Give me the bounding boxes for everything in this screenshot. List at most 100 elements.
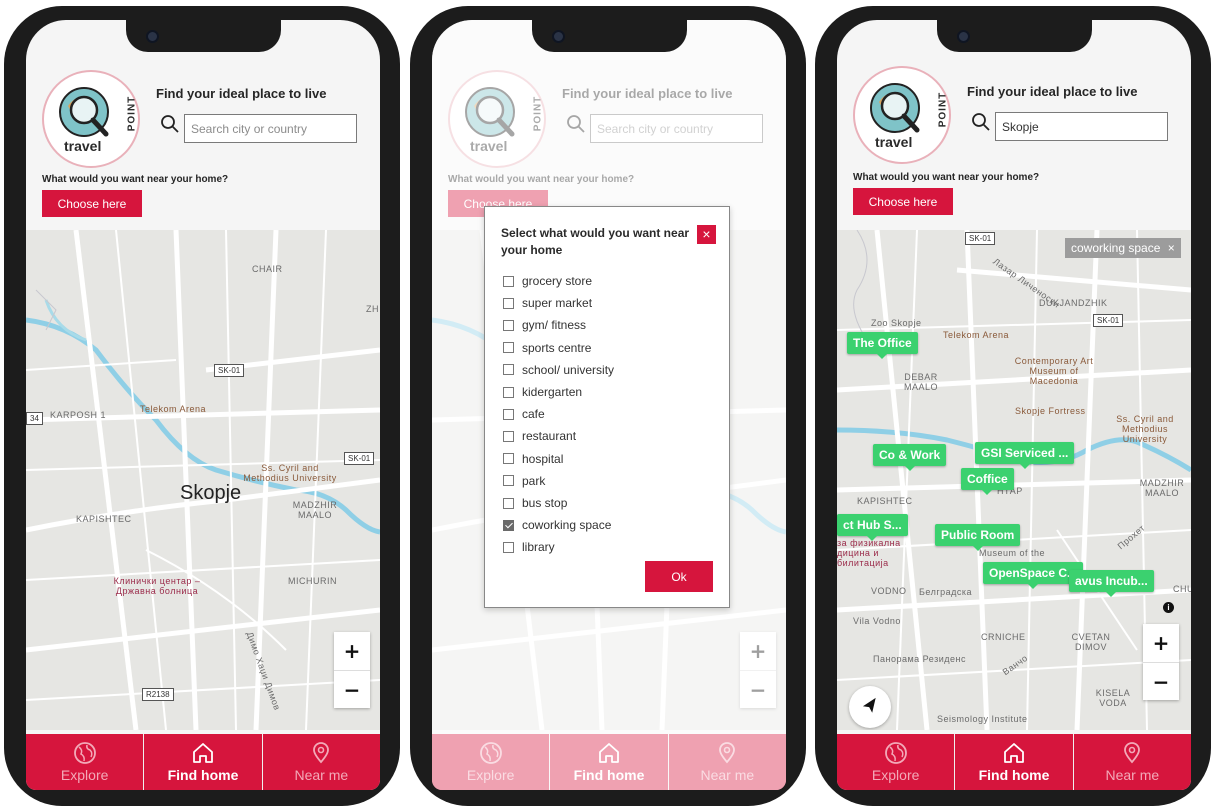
phone-frame-search-results: travel POINT Find your ideal place to li… [815,6,1211,806]
amenity-option-label: school/ university [522,362,615,377]
amenity-checkbox[interactable] [503,497,514,509]
locate-me-button[interactable] [849,686,891,728]
nav-find-home-label: Find home [167,767,239,783]
info-icon[interactable]: i [1163,602,1174,613]
phone-screen: travel POINT Find your ideal place to li… [432,20,786,790]
amenity-option-label: coworking space [522,518,612,533]
coworking-marker[interactable]: Public Room [935,524,1021,551]
logo-travel-text: travel [875,134,913,150]
coworking-marker[interactable]: The Office [847,332,918,359]
coworking-marker[interactable]: avus Incub... [1069,570,1154,597]
amenity-checkbox[interactable] [503,342,514,354]
amenity-option[interactable]: sports centre [503,340,591,356]
amenity-checkbox[interactable] [503,519,514,531]
near-home-label: What would you want near your home? [853,172,1040,183]
camera-icon [552,30,565,43]
logo-point-text: POINT [937,91,949,128]
choose-here-button[interactable]: Choose here [853,188,953,215]
amenity-option[interactable]: super market [503,295,592,311]
road-shield-r2138: R2138 [142,688,174,701]
amenity-checkbox[interactable] [503,364,514,376]
nav-near-me-label: Near me [294,767,349,783]
amenity-option[interactable]: coworking space [503,517,611,533]
map-label-seismology: Seismology Institute [937,714,1028,724]
search-icon[interactable] [971,112,991,132]
road-shield-sk01: SK-01 [214,364,245,377]
modal-close-button[interactable]: × [697,225,716,244]
search-input[interactable] [995,112,1168,141]
amenity-option[interactable]: grocery store [503,273,592,289]
nav-near-me[interactable]: Near me [263,734,380,790]
close-icon[interactable]: × [1168,241,1175,255]
nav-explore[interactable]: Explore [837,734,956,790]
amenity-checkbox[interactable] [503,430,514,442]
amenity-option[interactable]: hospital [503,451,563,467]
map-label-madzhir: MADZHIR MAALO [292,500,338,520]
choose-here-button[interactable]: Choose here [42,190,142,217]
amenity-option-label: gym/ fitness [522,318,587,333]
amenity-option[interactable]: restaurant [503,428,576,444]
amenity-checkbox[interactable] [503,386,514,398]
phone-frame-filter-modal: travel POINT Find your ideal place to li… [410,6,806,806]
zoom-out-button[interactable]: − [334,670,370,708]
amenity-option-label: restaurant [522,429,577,444]
nav-near-me[interactable]: Near me [1074,734,1191,790]
amenity-option[interactable]: cafe [503,406,545,422]
map-view[interactable]: SK-01 coworking space × Лазар Личеноски … [837,230,1191,730]
coworking-marker[interactable]: GSI Serviced ... [975,442,1075,469]
map-label-chu: CHU [1173,584,1191,594]
search-input[interactable] [184,114,357,143]
map-label-museum: Contemporary Art Museum of Macedonia [1014,356,1094,386]
nav-explore[interactable]: Explore [26,734,145,790]
road-shield-sk01-east: SK-01 [344,452,375,465]
map-label-telekom-arena: Telekom Arena [140,404,207,414]
amenity-checkbox[interactable] [503,541,514,553]
zoom-control: + − [334,632,370,708]
amenity-option[interactable]: kidergarten [503,384,582,400]
amenity-checkbox[interactable] [503,275,514,287]
nav-find-home[interactable]: Find home [144,734,263,790]
bottom-nav: Explore Find home Near me [26,734,380,790]
amenity-option[interactable]: school/ university [503,362,614,378]
home-icon [193,743,213,763]
nav-find-home[interactable]: Find home [955,734,1074,790]
amenity-filter-modal: Select what would you want near your hom… [484,206,730,608]
amenity-option[interactable]: gym/ fitness [503,317,586,333]
map-label-vodno: VODNO [871,586,907,596]
camera-icon [957,30,970,43]
amenity-checkbox[interactable] [503,319,514,331]
modal-title: Select what would you want near your hom… [501,226,690,257]
amenity-option-label: grocery store [522,274,593,288]
travel-point-logo: travel POINT [853,66,951,164]
amenity-checkbox[interactable] [503,297,514,309]
map-pin-icon [313,742,330,764]
amenity-checkbox[interactable] [503,408,514,420]
map-label-panorama: Панорама Резиденс [873,654,966,664]
active-filter-chip[interactable]: coworking space × [1065,238,1181,258]
ok-button[interactable]: Ok [645,561,713,592]
navigation-arrow-icon [862,697,876,713]
map-label-chair: CHAIR [252,264,283,274]
amenity-option[interactable]: library [503,539,555,555]
map-label-madzhir: MADZHIR MAALO [1139,478,1185,498]
search-icon[interactable] [160,114,180,134]
zoom-in-button[interactable]: + [1143,624,1179,662]
zoom-out-button[interactable]: − [1143,662,1179,700]
amenity-checkbox[interactable] [503,475,514,487]
logo-point-text: POINT [126,95,138,132]
amenity-option[interactable]: bus stop [503,495,567,511]
amenity-option-label: bus stop [522,496,568,510]
nav-find-home-label: Find home [978,767,1050,783]
coworking-marker[interactable]: Coffice [961,468,1014,495]
amenity-option-label: park [522,473,546,488]
map-view[interactable]: CHAIR ZH SK-01 34 KARPOSH 1 Telekom Aren… [26,230,380,730]
amenity-option[interactable]: park [503,473,545,489]
road-shield-34: 34 [26,412,43,425]
coworking-marker[interactable]: Co & Work [873,444,947,471]
map-label-zoo: Zoo Skopje [871,318,922,328]
amenity-checkbox[interactable] [503,453,514,465]
map-label-karposh: KARPOSH 1 [50,410,107,420]
coworking-marker[interactable]: ct Hub S... [837,514,908,541]
zoom-in-button[interactable]: + [334,632,370,670]
nav-explore-label: Explore [871,767,920,783]
